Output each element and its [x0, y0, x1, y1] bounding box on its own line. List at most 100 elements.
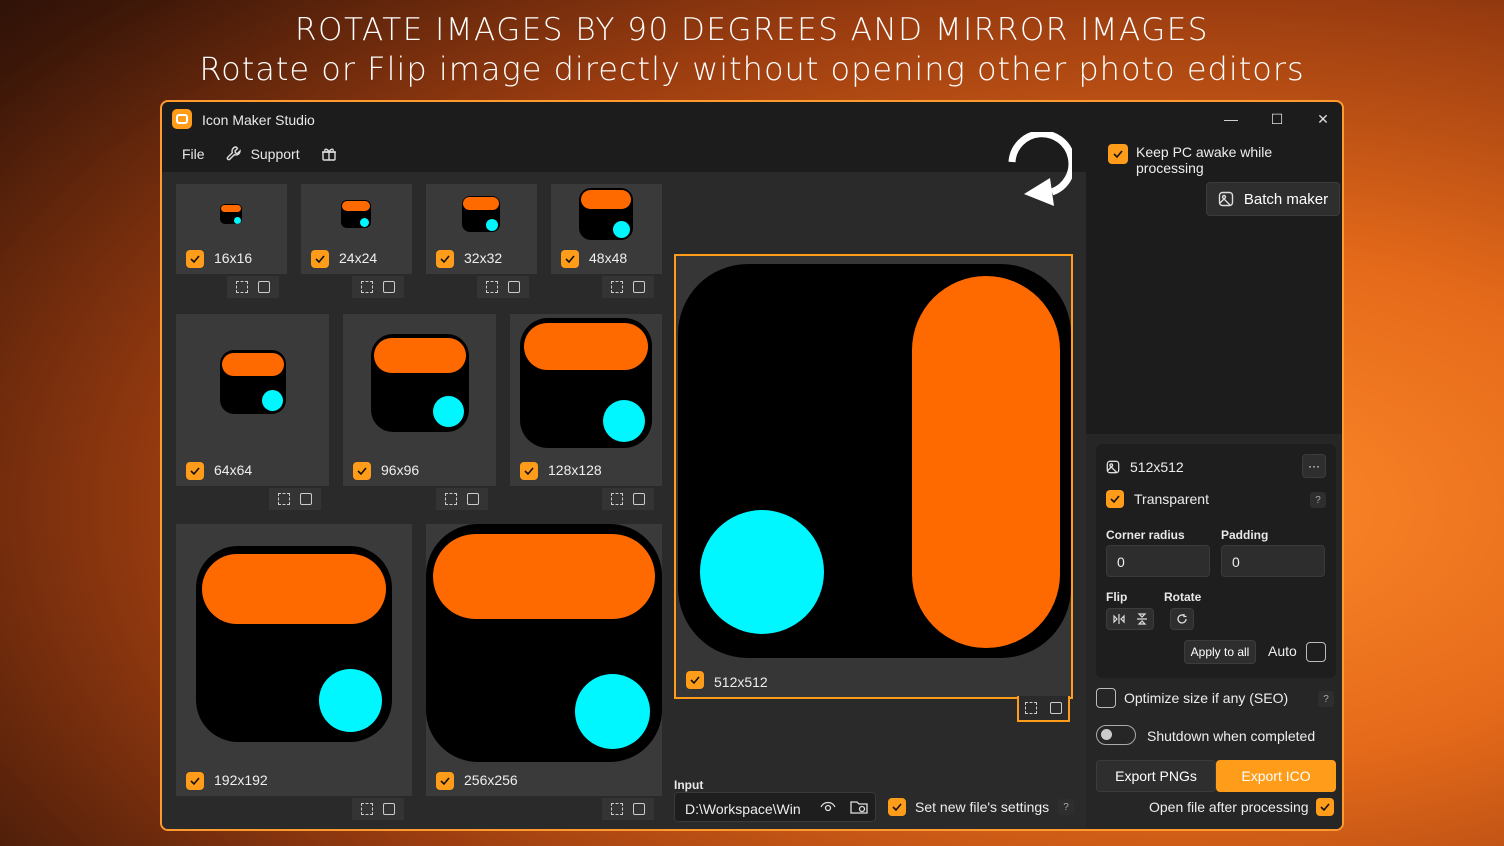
- crop-icon[interactable]: [633, 281, 645, 293]
- gift-icon: [321, 148, 336, 161]
- flip-label: Flip: [1106, 590, 1128, 604]
- optimize-label: Optimize size if any (SEO): [1124, 690, 1289, 706]
- title-bar[interactable]: Icon Maker Studio — ☐ ✕: [162, 102, 1342, 136]
- icon-preview-24x24: [341, 200, 371, 228]
- batch-maker-button[interactable]: Batch maker: [1206, 182, 1340, 216]
- keep-awake-checkbox[interactable]: [1108, 144, 1128, 164]
- icon-preview-32x32: [462, 196, 500, 232]
- size-label-256x256: 256x256: [464, 772, 518, 788]
- size-tools-48x48: [602, 276, 654, 298]
- crop-select-icon[interactable]: [445, 493, 457, 505]
- crop-select-icon[interactable]: [278, 493, 290, 505]
- preview-512-checkbox[interactable]: [686, 671, 704, 689]
- size-label-192x192: 192x192: [214, 772, 268, 788]
- preview-512-icon: [678, 264, 1071, 658]
- size-checkbox-64x64[interactable]: [186, 462, 204, 480]
- size-checkbox-16x16[interactable]: [186, 250, 204, 268]
- size-checkbox-192x192[interactable]: [186, 772, 204, 790]
- transparent-checkbox[interactable]: [1106, 490, 1124, 508]
- optimize-checkbox[interactable]: [1096, 688, 1116, 708]
- export-ico-button[interactable]: Export ICO: [1216, 760, 1336, 792]
- crop-select-icon[interactable]: [611, 493, 623, 505]
- crop-select-icon[interactable]: [361, 803, 373, 815]
- size-tools-128x128: [602, 488, 654, 510]
- menu-file[interactable]: File: [172, 139, 215, 169]
- size-label-64x64: 64x64: [214, 462, 253, 478]
- crop-icon[interactable]: [633, 803, 645, 815]
- crop-icon[interactable]: [1049, 702, 1062, 714]
- input-path-field[interactable]: D:\Workspace\Win: [674, 792, 876, 822]
- size-checkbox-24x24[interactable]: [311, 250, 329, 268]
- minimize-button[interactable]: —: [1208, 102, 1254, 136]
- menu-support[interactable]: Support: [215, 139, 310, 169]
- rotate-arrow-icon: [1008, 132, 1072, 206]
- open-after-checkbox[interactable]: [1316, 798, 1334, 816]
- crop-select-icon[interactable]: [361, 281, 373, 293]
- transparent-help[interactable]: ?: [1310, 492, 1326, 508]
- crop-select-icon[interactable]: [486, 281, 498, 293]
- crop-select-icon[interactable]: [611, 803, 623, 815]
- size-checkbox-128x128[interactable]: [520, 462, 538, 480]
- crop-icon[interactable]: [633, 493, 645, 505]
- padding-input[interactable]: 0: [1221, 545, 1325, 577]
- crop-icon[interactable]: [467, 493, 479, 505]
- wrench-icon: [226, 146, 241, 161]
- input-path-value: D:\Workspace\Win: [685, 801, 801, 817]
- size-tile-16x16[interactable]: 16x16: [176, 184, 287, 274]
- icon-preview-256x256: [426, 524, 662, 762]
- menu-support-label: Support: [250, 146, 300, 162]
- crop-icon[interactable]: [258, 281, 270, 293]
- padding-label: Padding: [1221, 528, 1269, 542]
- input-label: Input: [674, 778, 704, 792]
- size-tile-24x24[interactable]: 24x24: [301, 184, 412, 274]
- size-checkbox-96x96[interactable]: [353, 462, 371, 480]
- menu-bar: File Support: [162, 138, 348, 170]
- auto-checkbox[interactable]: [1306, 642, 1326, 662]
- size-checkbox-256x256[interactable]: [436, 772, 454, 790]
- size-tile-256x256[interactable]: 256x256: [426, 524, 662, 796]
- icon-preview-192x192: [196, 546, 392, 742]
- size-tile-32x32[interactable]: 32x32: [426, 184, 537, 274]
- eye-icon[interactable]: [820, 800, 836, 814]
- preview-512-tile[interactable]: 512x512: [674, 254, 1073, 699]
- folder-open-icon[interactable]: [850, 799, 868, 815]
- crop-icon[interactable]: [508, 281, 520, 293]
- size-label-24x24: 24x24: [339, 250, 378, 266]
- size-checkbox-48x48[interactable]: [561, 250, 579, 268]
- size-tile-96x96[interactable]: 96x96: [343, 314, 496, 486]
- optimize-help[interactable]: ?: [1318, 691, 1334, 707]
- crop-select-icon[interactable]: [1025, 702, 1038, 714]
- shutdown-label: Shutdown when completed: [1147, 728, 1316, 744]
- size-tile-192x192[interactable]: 192x192: [176, 524, 412, 796]
- close-button[interactable]: ✕: [1300, 102, 1342, 136]
- export-pngs-button[interactable]: Export PNGs: [1096, 760, 1216, 792]
- flip-horizontal-icon[interactable]: [1112, 613, 1125, 625]
- size-tile-48x48[interactable]: 48x48: [551, 184, 662, 274]
- icon-preview-48x48: [579, 188, 633, 240]
- image-icon: [1106, 460, 1120, 474]
- crop-icon[interactable]: [383, 281, 395, 293]
- extras-button[interactable]: [310, 139, 348, 169]
- apply-to-all-button[interactable]: Apply to all: [1184, 640, 1256, 664]
- size-label-32x32: 32x32: [464, 250, 503, 266]
- icon-preview-96x96: [371, 334, 469, 432]
- corner-radius-input[interactable]: 0: [1106, 545, 1210, 577]
- rotate-button[interactable]: [1170, 608, 1194, 630]
- new-file-settings-help[interactable]: ?: [1058, 799, 1074, 815]
- new-file-settings-checkbox[interactable]: [888, 798, 906, 816]
- crop-icon[interactable]: [300, 493, 312, 505]
- size-tools-16x16: [227, 276, 279, 298]
- shutdown-toggle[interactable]: [1096, 725, 1136, 745]
- settings-card: 512x512 ··· Transparent ? Corner radius …: [1096, 444, 1336, 678]
- crop-select-icon[interactable]: [236, 281, 248, 293]
- crop-icon[interactable]: [383, 803, 395, 815]
- size-tile-128x128[interactable]: 128x128: [510, 314, 662, 486]
- size-tile-64x64[interactable]: 64x64: [176, 314, 329, 486]
- maximize-button[interactable]: ☐: [1254, 102, 1300, 136]
- size-tools-256x256: [602, 798, 654, 820]
- more-options-button[interactable]: ···: [1302, 454, 1326, 478]
- flip-vertical-icon[interactable]: [1136, 613, 1148, 625]
- size-checkbox-32x32[interactable]: [436, 250, 454, 268]
- size-label-48x48: 48x48: [589, 250, 628, 266]
- crop-select-icon[interactable]: [611, 281, 623, 293]
